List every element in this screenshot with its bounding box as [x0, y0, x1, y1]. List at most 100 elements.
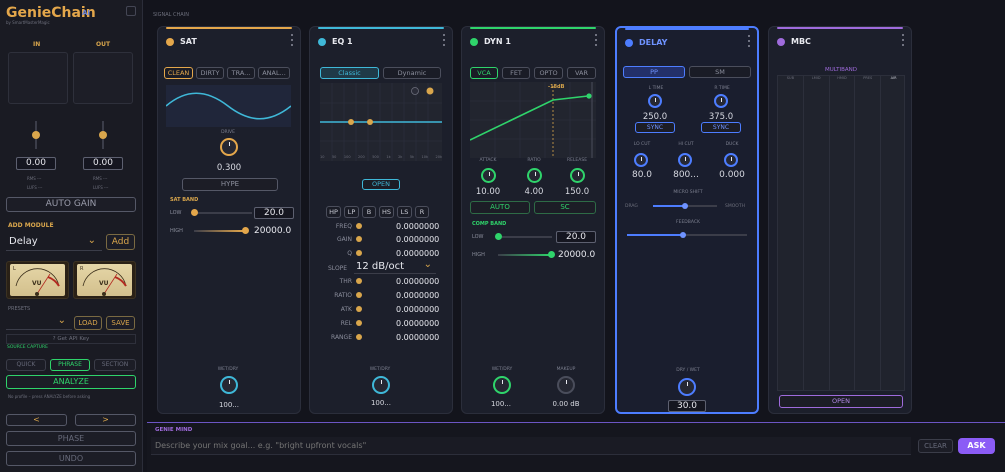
preset-select[interactable]: ⌄	[6, 315, 72, 330]
micro-shift-slider[interactable]	[653, 203, 717, 209]
mbc-module[interactable]: MBC MULTIBAND SUB LMID HMID PRES AIR OPE…	[768, 26, 912, 414]
undo-button[interactable]: UNDO	[6, 451, 136, 466]
delay-tab-pingpong[interactable]: PP	[623, 66, 685, 78]
ltime-knob[interactable]	[648, 94, 662, 108]
auto-gain-button[interactable]: AUTO GAIN	[6, 197, 136, 212]
sat-menu-icon[interactable]	[291, 34, 294, 46]
eq-module[interactable]: EQ 1 Classic Dynamic 10 50 100 200 500 1…	[309, 26, 453, 414]
sat-tab-tape[interactable]: TRA...	[227, 67, 255, 79]
next-button[interactable]: >	[75, 414, 136, 426]
micro-shift-handle[interactable]	[682, 203, 688, 209]
eq-freq-knob[interactable]	[356, 223, 362, 229]
eq-tab-dynamic[interactable]: Dynamic	[383, 67, 441, 79]
eq-menu-icon[interactable]	[443, 34, 446, 46]
filter-hp-button[interactable]: HP	[326, 206, 341, 218]
mbc-power-toggle[interactable]	[777, 38, 785, 46]
eq-rel-knob[interactable]	[356, 320, 362, 326]
input-fader[interactable]	[32, 131, 40, 139]
delay-tab-stereo[interactable]: SM	[689, 66, 751, 78]
delay-menu-icon[interactable]	[748, 35, 751, 47]
clear-button[interactable]: CLEAR	[918, 439, 953, 453]
release-knob[interactable]	[570, 168, 585, 183]
eq-range-knob[interactable]	[356, 334, 362, 340]
sat-module[interactable]: SAT CLEAN DIRTY TRA... ANAL... DRIVE 0.3…	[157, 26, 301, 414]
get-api-key-link[interactable]: ? Get API Key	[6, 334, 136, 344]
eq-atk-knob[interactable]	[356, 306, 362, 312]
dyn-low-slider[interactable]	[502, 236, 552, 238]
eq-slope-select[interactable]: 12 dB/oct ⌄	[354, 259, 436, 274]
rtime-sync-button[interactable]: SYNC	[701, 122, 741, 133]
genie-prompt-input[interactable]	[151, 437, 911, 455]
hicut-knob[interactable]	[678, 153, 692, 167]
save-preset-button[interactable]: SAVE	[106, 316, 135, 330]
dyn-module[interactable]: DYN 1 VCA FET OPTO VAR -18dB ATTACK 10.0…	[461, 26, 605, 414]
output-fader[interactable]	[99, 131, 107, 139]
filter-lp-button[interactable]: LP	[344, 206, 359, 218]
add-module-button[interactable]: Add	[106, 234, 135, 250]
dyn-tab-fet[interactable]: FET	[502, 67, 530, 79]
mbc-open-button[interactable]: OPEN	[779, 395, 903, 408]
eq-ratio-knob[interactable]	[356, 292, 362, 298]
eq-open-button[interactable]: OPEN	[362, 179, 400, 190]
prev-button[interactable]: <	[6, 414, 67, 426]
dyn-menu-icon[interactable]	[595, 34, 598, 46]
sat-high-handle[interactable]	[242, 227, 249, 234]
load-preset-button[interactable]: LOAD	[74, 316, 102, 330]
filter-reset-button[interactable]: R	[415, 206, 429, 218]
eq-q-knob[interactable]	[356, 250, 362, 256]
attack-knob[interactable]	[481, 168, 496, 183]
mbc-menu-icon[interactable]	[902, 34, 905, 46]
makeup-knob[interactable]	[557, 376, 575, 394]
phrase-button[interactable]: PHRASE	[50, 359, 90, 371]
sat-tab-dirty[interactable]: DIRTY	[196, 67, 224, 79]
eq-wet-knob[interactable]	[372, 376, 390, 394]
sat-low-handle[interactable]	[191, 209, 198, 216]
filter-ls-button[interactable]: LS	[397, 206, 412, 218]
rtime-knob[interactable]	[714, 94, 728, 108]
sat-tab-clean[interactable]: CLEAN	[164, 67, 193, 79]
ratio-knob[interactable]	[527, 168, 542, 183]
drive-knob[interactable]	[220, 138, 238, 156]
collapse-icon[interactable]	[126, 6, 136, 16]
input-gain-field[interactable]: 0.00	[16, 157, 56, 170]
dyn-auto-button[interactable]: AUTO	[470, 201, 530, 214]
feedback-slider[interactable]	[627, 232, 747, 238]
sat-low-field[interactable]: 20.0	[254, 207, 294, 219]
eq-power-toggle[interactable]	[318, 38, 326, 46]
dyn-sidechain-button[interactable]: SC	[534, 201, 596, 214]
dyn-low-field[interactable]: 20.0	[556, 231, 596, 243]
feedback-handle[interactable]	[680, 232, 687, 238]
dyn-tab-var[interactable]: VAR	[567, 67, 596, 79]
dyn-low-handle[interactable]	[495, 233, 502, 240]
sat-wet-knob[interactable]	[220, 376, 238, 394]
dyn-power-toggle[interactable]	[470, 38, 478, 46]
dyn-wet-knob[interactable]	[493, 376, 511, 394]
eq-gain-knob[interactable]	[356, 236, 362, 242]
dyn-tab-opto[interactable]: OPTO	[534, 67, 563, 79]
sat-power-toggle[interactable]	[166, 38, 174, 46]
hype-button[interactable]: HYPE	[182, 178, 278, 191]
section-button[interactable]: SECTION	[94, 359, 136, 371]
analyze-button[interactable]: ANALYZE	[6, 375, 136, 389]
drywet-knob[interactable]	[678, 378, 696, 396]
phase-button[interactable]: PHASE	[6, 431, 136, 446]
eq-thr-knob[interactable]	[356, 278, 362, 284]
locut-knob[interactable]	[634, 153, 648, 167]
ltime-sync-button[interactable]: SYNC	[635, 122, 675, 133]
delay-power-toggle[interactable]	[625, 39, 633, 47]
dyn-high-handle[interactable]	[548, 251, 555, 258]
dyn-high-slider[interactable]	[498, 254, 552, 256]
filter-hs-button[interactable]: HS	[379, 206, 394, 218]
module-select[interactable]: Delay ⌄	[6, 234, 102, 251]
ask-button[interactable]: ASK	[958, 438, 995, 454]
sat-low-slider[interactable]	[194, 212, 252, 214]
dyn-tab-vca[interactable]: VCA	[470, 67, 498, 79]
filter-bell-button[interactable]: B	[362, 206, 376, 218]
delay-module[interactable]: DELAY PP SM L TIME 250.0 SYNC R TIME 375…	[615, 26, 759, 414]
drywet-field[interactable]: 30.0	[668, 400, 706, 412]
duck-knob[interactable]	[724, 153, 738, 167]
output-gain-field[interactable]: 0.00	[83, 157, 123, 170]
sat-tab-analog[interactable]: ANAL...	[258, 67, 290, 79]
quick-button[interactable]: QUICK	[6, 359, 46, 371]
sat-high-slider[interactable]	[194, 230, 244, 232]
